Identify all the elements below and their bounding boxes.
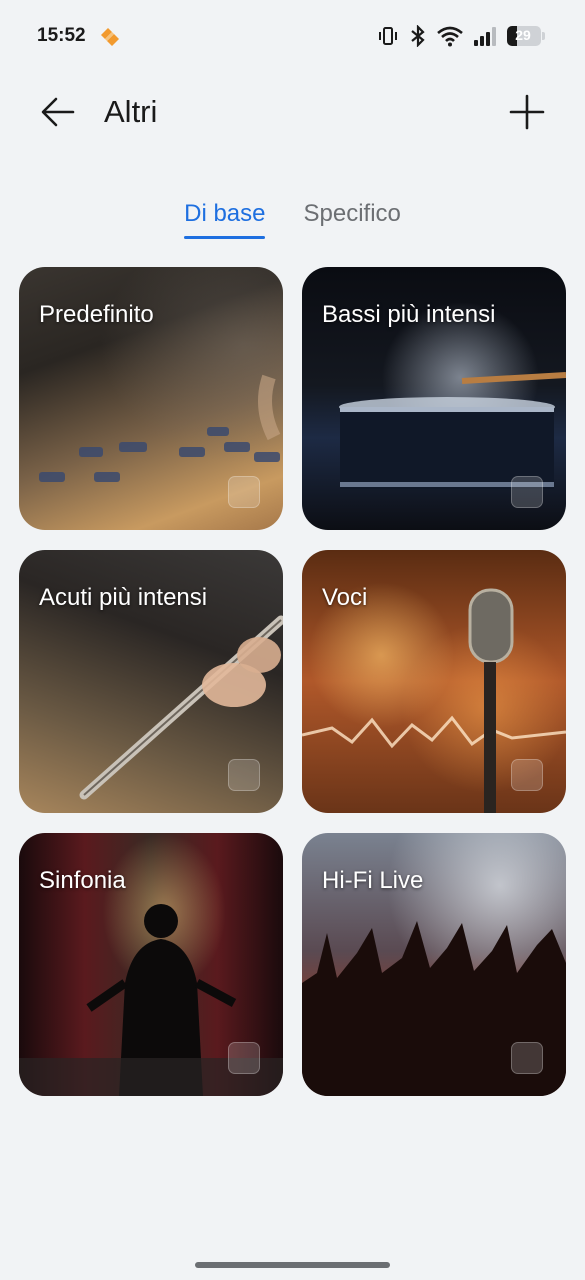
preset-card-voci[interactable]: Voci <box>302 550 566 813</box>
status-bar: 15:52 29 <box>0 0 585 72</box>
preset-label: Sinfonia <box>39 867 126 894</box>
battery-icon: 29 <box>507 26 545 46</box>
preset-grid: Predefinito Bassi più intensi Acuti più … <box>19 267 566 1096</box>
preset-card-bassi[interactable]: Bassi più intensi <box>302 267 566 530</box>
preset-card-predefinito[interactable]: Predefinito <box>19 267 283 530</box>
preset-checkbox <box>228 1042 260 1074</box>
preset-label: Bassi più intensi <box>322 301 496 328</box>
status-icons: 29 <box>377 24 545 48</box>
tab-bar: Di base Specifico <box>0 196 585 244</box>
plus-icon <box>509 94 545 130</box>
tab-label: Di base <box>184 200 266 227</box>
bluetooth-icon <box>411 25 425 47</box>
app-notification-icon <box>101 28 119 46</box>
tab-indicator <box>184 236 266 239</box>
tab-label: Specifico <box>303 200 401 227</box>
battery-level: 29 <box>515 27 531 43</box>
preset-card-hifi-live[interactable]: Hi-Fi Live <box>302 833 566 1096</box>
home-indicator[interactable] <box>195 1262 390 1268</box>
header: Altri <box>0 80 585 144</box>
signal-icon <box>474 27 496 46</box>
vibrate-icon <box>379 27 397 45</box>
preset-label: Predefinito <box>39 301 154 328</box>
tab-di-base[interactable]: Di base <box>184 196 266 244</box>
arrow-left-icon <box>41 97 75 127</box>
add-button[interactable] <box>505 90 549 134</box>
preset-checkbox <box>228 476 260 508</box>
preset-label: Voci <box>322 584 368 611</box>
preset-label: Hi-Fi Live <box>322 867 424 894</box>
preset-label: Acuti più intensi <box>39 584 208 611</box>
preset-checkbox <box>511 476 543 508</box>
wifi-icon <box>437 26 463 47</box>
back-button[interactable] <box>36 90 80 134</box>
preset-checkbox <box>511 759 543 791</box>
preset-checkbox <box>511 1042 543 1074</box>
page-title: Altri <box>104 94 158 129</box>
preset-checkbox <box>228 759 260 791</box>
status-time: 15:52 <box>37 25 86 46</box>
preset-card-sinfonia[interactable]: Sinfonia <box>19 833 283 1096</box>
preset-card-acuti[interactable]: Acuti più intensi <box>19 550 283 813</box>
tab-specifico[interactable]: Specifico <box>303 196 400 244</box>
